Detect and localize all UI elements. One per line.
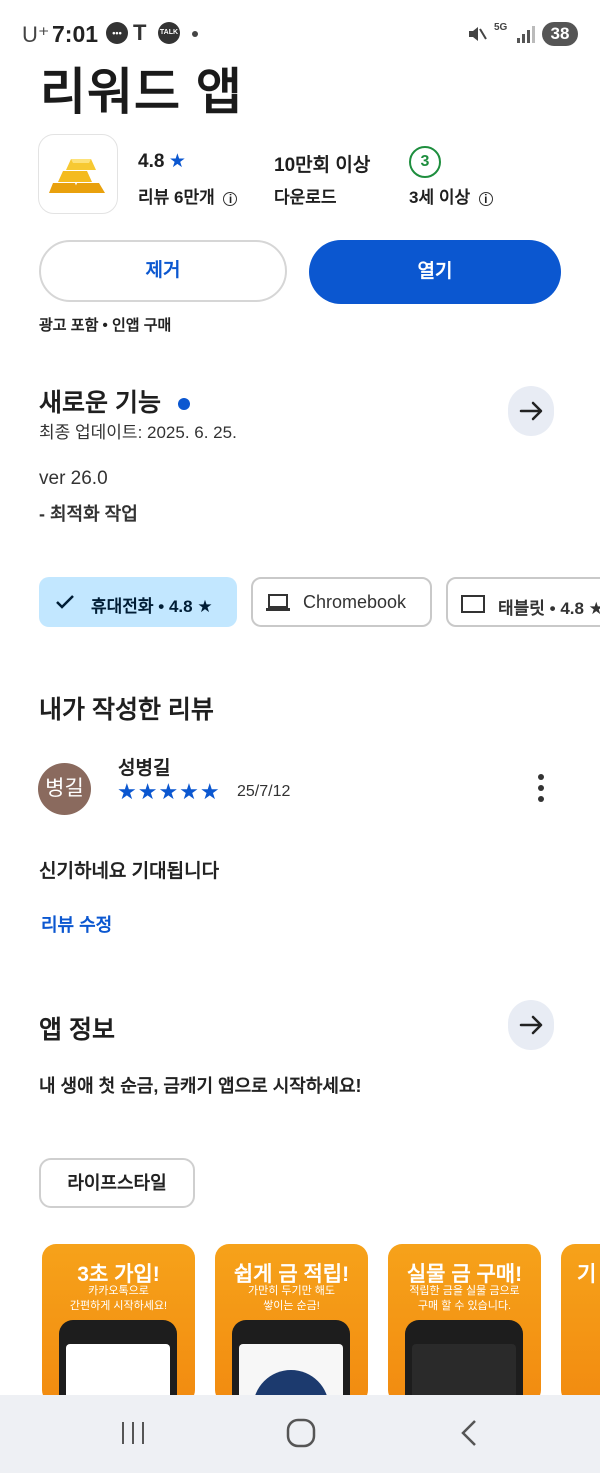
screenshot-title: 기: [577, 1263, 597, 1286]
reviews-count[interactable]: 리뷰 6만개 i: [138, 183, 238, 208]
more-options-icon[interactable]: [530, 772, 552, 806]
info-icon[interactable]: i: [223, 192, 238, 206]
screenshot-2[interactable]: 쉽게 금 적립! 가만히 두기만 해도 쌓이는 순금!: [215, 1244, 368, 1404]
rating-value: 4.8: [138, 151, 165, 172]
phone-mockup: [232, 1320, 350, 1404]
battery-indicator: 38: [542, 22, 578, 46]
screenshot-subtitle: 가만히 두기만 해도 쌓이는 순금!: [247, 1285, 336, 1312]
age-rating[interactable]: 3세 이상 i: [409, 183, 493, 208]
tablet-icon: [461, 595, 485, 613]
screenshot-subtitle: 카카오톡으로 간편하게 시작하세요!: [69, 1285, 168, 1312]
network-5g-icon: 5G: [494, 22, 508, 33]
screenshot-4[interactable]: 기: [561, 1244, 600, 1404]
check-icon: [56, 595, 74, 609]
reviews-label: 리뷰 6만개: [138, 188, 215, 207]
phone-mockup: [59, 1320, 177, 1404]
whats-new-label: 새로운 기능: [39, 389, 161, 417]
ads-note: 광고 포함 • 인앱 구매: [39, 317, 172, 334]
downloads-label: 다운로드: [274, 188, 337, 207]
new-indicator-dot: [177, 398, 190, 411]
review-author: 성병길: [118, 758, 171, 779]
more-notifications-dot: [192, 31, 198, 37]
chip-chromebook-label: Chromebook: [303, 592, 407, 612]
arrow-right-icon: [519, 401, 543, 421]
info-icon[interactable]: i: [478, 192, 493, 206]
last-updated: 최종 업데이트: 2025. 6. 25.: [39, 423, 237, 442]
open-button[interactable]: 열기: [309, 240, 561, 304]
about-arrow-button[interactable]: [508, 1000, 554, 1050]
phone-mockup: [405, 1320, 523, 1404]
screenshot-1[interactable]: 3초 가입! 카카오톡으로 간편하게 시작하세요!: [42, 1244, 195, 1404]
chip-phone[interactable]: 휴대전화 • 4.8 ★: [39, 577, 237, 627]
whats-new-arrow-button[interactable]: [508, 386, 554, 436]
signal-icon: [516, 24, 536, 49]
app-icon: [38, 134, 118, 214]
screenshot-subtitle: 적립한 금을 실물 금으로 구매 할 수 있습니다.: [409, 1285, 520, 1312]
chip-tablet[interactable]: 태블릿 • 4.8 ★: [446, 577, 600, 627]
mute-icon: [466, 23, 488, 50]
age-label: 3세 이상: [409, 188, 471, 207]
review-text: 신기하네요 기대됩니다: [39, 861, 220, 882]
star-icon: ★: [168, 151, 186, 172]
about-title: 앱 정보: [39, 1016, 115, 1044]
arrow-right-icon: [519, 1015, 543, 1035]
carrier-label: U⁺: [22, 22, 50, 47]
edit-review-link[interactable]: 리뷰 수정: [41, 911, 112, 937]
review-date: 25/7/12: [237, 783, 291, 800]
app-title: 리워드 앱: [40, 64, 243, 120]
tesla-notification-icon: T: [133, 20, 147, 45]
screenshot-3[interactable]: 실물 금 구매! 적립한 금을 실물 금으로 구매 할 수 있습니다.: [388, 1244, 541, 1404]
chip-chromebook[interactable]: Chromebook: [251, 577, 432, 627]
back-icon[interactable]: [456, 1417, 482, 1454]
category-chip[interactable]: 라이프스타일: [39, 1158, 195, 1208]
chip-tablet-label: 태블릿 • 4.8 ★: [498, 599, 600, 618]
recent-apps-icon[interactable]: [118, 1418, 148, 1453]
update-note: - 최적화 작업: [39, 504, 138, 524]
home-icon[interactable]: [285, 1417, 317, 1454]
gold-bars-icon: [49, 159, 105, 193]
app-tagline: 내 생애 첫 순금, 금캐기 앱으로 시작하세요!: [39, 1076, 362, 1096]
uninstall-button[interactable]: 제거: [39, 240, 287, 302]
chip-phone-label: 휴대전화 • 4.8 ★: [91, 597, 213, 616]
rating-block: 4.8 ★: [138, 150, 186, 173]
avatar: 병길: [38, 763, 91, 815]
downloads-value: 10만회 이상: [274, 155, 371, 176]
status-time: 7:01: [52, 21, 99, 47]
version-text: ver 26.0: [39, 468, 108, 489]
age-rating-badge: 3: [409, 146, 441, 178]
whats-new-title[interactable]: 새로운 기능: [39, 383, 190, 419]
my-review-title: 내가 작성한 리뷰: [39, 696, 214, 724]
review-stars: ★★★★★: [117, 779, 221, 804]
talk-notification-icon: TALK: [158, 22, 180, 44]
laptop-icon: [266, 594, 290, 611]
chat-notification-icon: •••: [106, 22, 128, 44]
